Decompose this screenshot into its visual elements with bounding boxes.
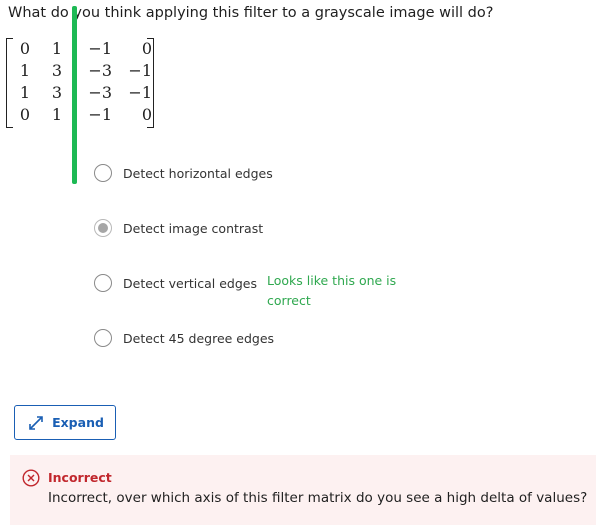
feedback-panel: Incorrect Incorrect, over which axis of … [10, 455, 596, 525]
matrix-row: 0 1 −1 0 [4, 38, 156, 60]
matrix-cell: 3 [51, 83, 62, 102]
option-vertical-edges[interactable]: Detect vertical edges [94, 271, 257, 295]
option-label: Detect 45 degree edges [123, 330, 275, 346]
matrix-row: 0 1 −1 0 [4, 104, 156, 126]
matrix-cell: 0 [19, 39, 30, 58]
filter-matrix: 0 1 −1 0 1 3 −3 −1 1 3 −3 −1 0 1 −1 0 [4, 38, 156, 128]
matrix-cell: −3 [88, 61, 112, 80]
matrix-row: 1 3 −3 −1 [4, 82, 156, 104]
feedback-message: Incorrect, over which axis of this filte… [48, 490, 588, 506]
feedback-title: Incorrect [48, 470, 112, 485]
matrix-cell: −1 [128, 83, 152, 102]
option-label: Detect horizontal edges [123, 165, 273, 181]
matrix-cell: −1 [128, 61, 152, 80]
radio-button-selected[interactable] [94, 219, 112, 237]
matrix-cell: 0 [141, 39, 152, 58]
radio-dot [98, 223, 108, 233]
question-text: What do you think applying this filter t… [8, 5, 494, 21]
vertical-edge-highlight [72, 6, 77, 184]
expand-arrows-icon [29, 415, 43, 430]
matrix-cell: 1 [19, 61, 30, 80]
matrix-cell: 3 [51, 61, 62, 80]
radio-button[interactable] [94, 274, 112, 292]
expand-label: Expand [52, 415, 104, 430]
matrix-cell: 1 [19, 83, 30, 102]
matrix-row: 1 3 −3 −1 [4, 60, 156, 82]
option-45-degree-edges[interactable]: Detect 45 degree edges [94, 326, 274, 350]
matrix-cell: 0 [19, 105, 30, 124]
matrix-cell: 1 [51, 105, 62, 124]
option-label: Detect vertical edges [123, 275, 257, 291]
matrix-cell: −1 [88, 39, 112, 58]
radio-button[interactable] [94, 329, 112, 347]
matrix-cell: −3 [88, 83, 112, 102]
x-circle-icon [22, 469, 40, 487]
option-image-contrast[interactable]: Detect image contrast [94, 216, 263, 240]
hint-text: Looks like this one is correct [267, 273, 397, 308]
option-label: Detect image contrast [123, 220, 264, 236]
expand-button[interactable]: Expand [14, 405, 116, 440]
matrix-cell: 1 [51, 39, 62, 58]
option-horizontal-edges[interactable]: Detect horizontal edges [94, 161, 273, 185]
matrix-cell: −1 [88, 105, 112, 124]
radio-button[interactable] [94, 164, 112, 182]
matrix-cell: 0 [141, 105, 152, 124]
